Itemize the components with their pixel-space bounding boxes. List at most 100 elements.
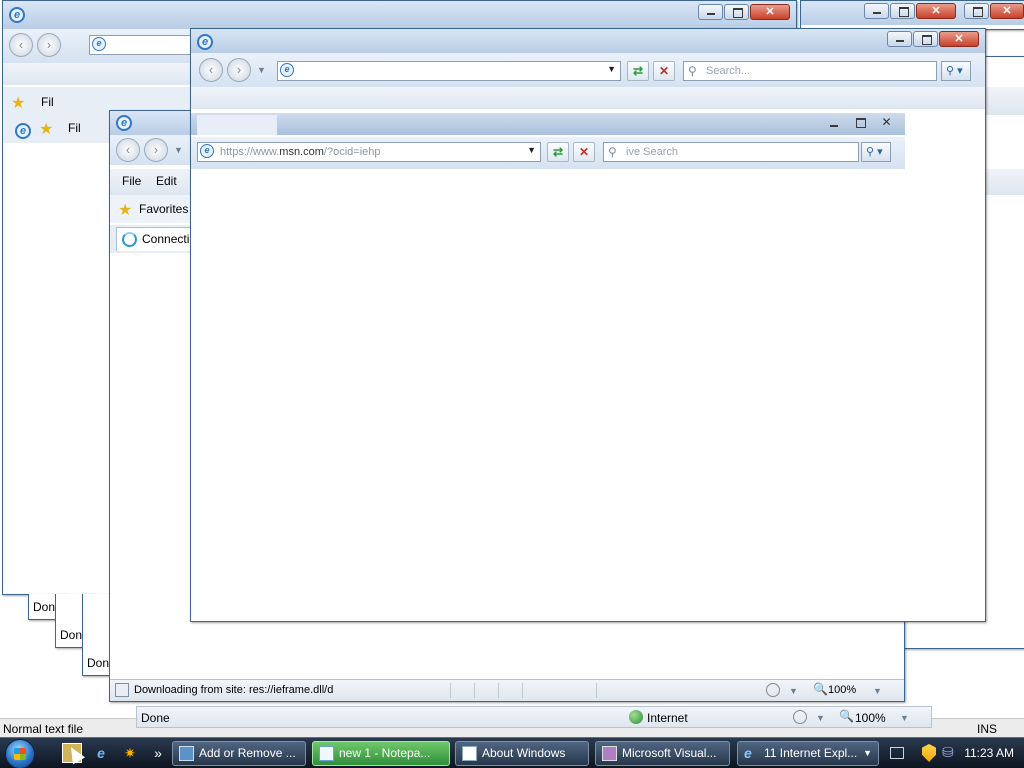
status-done-fragment: Don [33, 600, 56, 614]
close-button[interactable]: ✕ [750, 4, 790, 20]
loading-spinner-icon [122, 232, 137, 247]
refresh-button[interactable]: ⇄ [547, 142, 569, 162]
maximize-button[interactable] [724, 4, 749, 20]
zoom-dropdown-icon[interactable]: ▼ [873, 686, 882, 696]
protected-mode-dropdown-icon[interactable]: ▼ [789, 686, 798, 696]
menu-file-fragment-2[interactable]: Fil [68, 121, 81, 135]
forward-button[interactable]: › [227, 58, 251, 82]
zoom-level[interactable]: 100% [828, 684, 856, 696]
task-notepad[interactable]: new 1 - Notepa... [312, 741, 450, 766]
tab-ie-icon: e [15, 123, 31, 139]
task-visual-studio[interactable]: Microsoft Visual... [595, 741, 730, 766]
status-separator [450, 683, 451, 698]
stop-button[interactable]: ✕ [573, 142, 595, 162]
menu-file[interactable]: File [122, 174, 141, 188]
forward-button[interactable]: › [144, 138, 168, 162]
zoom-dropdown-icon[interactable]: ▼ [900, 713, 909, 723]
inner-tab[interactable] [197, 115, 277, 135]
quicklaunch-more-button[interactable]: » [148, 743, 168, 763]
window-controls: ✕ [822, 115, 899, 131]
notepad-status-left: Normal text file [3, 722, 84, 736]
notepad-icon [319, 746, 334, 761]
system-tray: ⛁ 11:23 AM [884, 738, 1024, 768]
address-bar[interactable]: e https://www.msn.com/?ocid=iehp ▼ [197, 142, 541, 162]
task-label: 11 Internet Expl... [764, 746, 858, 760]
address-dropdown-icon[interactable]: ▼ [607, 64, 616, 74]
minimize-button[interactable] [822, 115, 847, 131]
menu-file-fragment[interactable]: Fil [41, 95, 54, 109]
forward-button[interactable]: › [37, 33, 61, 57]
maximize-button[interactable] [913, 31, 938, 47]
minimize-button[interactable] [698, 4, 723, 20]
task-add-remove[interactable]: Add or Remove ... [172, 741, 306, 766]
minimize-button[interactable] [864, 3, 889, 19]
inner-title-bar[interactable]: ✕ [191, 113, 905, 135]
zoom-icon[interactable]: 🔍 [813, 682, 828, 696]
protected-mode-dropdown-icon[interactable]: ▼ [816, 713, 825, 723]
favorites-star-icon[interactable]: ★ [11, 93, 25, 113]
title-bar[interactable] [191, 29, 985, 53]
recent-pages-dropdown-icon[interactable]: ▼ [257, 65, 266, 75]
search-go-button[interactable]: ⚲ ▾ [861, 142, 891, 162]
stop-button[interactable]: ✕ [653, 61, 675, 81]
close-button[interactable]: ✕ [874, 115, 899, 131]
visual-studio-icon [602, 746, 617, 761]
status-separator [474, 683, 475, 698]
start-button[interactable] [5, 739, 35, 768]
task-label: Microsoft Visual... [622, 746, 717, 760]
close-button[interactable]: ✕ [990, 3, 1024, 19]
task-internet-explorer-group[interactable]: e 11 Internet Expl... ▼ [737, 741, 879, 766]
keyboard-icon[interactable] [890, 747, 904, 759]
window-controls: ✕ [864, 3, 956, 19]
address-bar[interactable]: e ▼ [277, 61, 621, 81]
close-button[interactable]: ✕ [916, 3, 956, 19]
maximize-button[interactable] [890, 3, 915, 19]
internet-explorer-quicklaunch-icon[interactable]: e [91, 743, 111, 763]
refresh-button[interactable]: ⇄ [627, 61, 649, 81]
address-dropdown-icon[interactable]: ▼ [527, 145, 536, 155]
media-player-quicklaunch-icon[interactable]: ✷ [120, 743, 140, 763]
search-go-button[interactable]: ⚲ ▾ [941, 61, 971, 81]
favorites-star-icon-2[interactable]: ★ [39, 119, 53, 139]
status-done-fragment: Don [60, 628, 83, 642]
status-text: Downloading from site: res://ieframe.dll… [134, 684, 334, 696]
protected-mode-icon[interactable] [793, 710, 807, 724]
window-controls: ✕ [887, 31, 979, 47]
search-icon: ⚲ [608, 145, 617, 159]
menu-edit[interactable]: Edit [156, 174, 177, 188]
status-separator [596, 683, 597, 698]
control-panel-icon [179, 746, 194, 761]
status-separator [522, 683, 523, 698]
zoom-level[interactable]: 100% [855, 711, 886, 725]
window-controls: ✕ [698, 4, 790, 20]
close-button[interactable]: ✕ [939, 31, 979, 47]
search-box[interactable]: ⚲ Search... [683, 61, 937, 81]
security-shield-icon[interactable] [922, 744, 936, 762]
network-icon[interactable]: ⛁ [942, 744, 954, 761]
task-label: Add or Remove ... [199, 746, 296, 760]
maximize-button[interactable] [848, 115, 873, 131]
maximize-button[interactable] [964, 3, 989, 19]
status-bar: Downloading from site: res://ieframe.dll… [110, 679, 904, 701]
recent-pages-dropdown-icon[interactable]: ▼ [174, 145, 183, 155]
taskbar: e ✷ » Add or Remove ... new 1 - Notepa..… [0, 737, 1024, 768]
search-box[interactable]: ⚲ ive Search [603, 142, 859, 162]
title-bar[interactable] [3, 1, 796, 29]
back-button[interactable]: ‹ [199, 58, 223, 82]
zoom-icon[interactable]: 🔍 [839, 709, 854, 723]
favorites-button-label[interactable]: Favorites [139, 202, 188, 216]
protected-mode-icon[interactable] [766, 683, 780, 697]
close-icon: ✕ [931, 5, 941, 17]
favorites-star-icon[interactable]: ★ [118, 200, 132, 220]
ie-icon: e [744, 745, 752, 761]
page-icon: e [200, 144, 214, 158]
back-button[interactable]: ‹ [116, 138, 140, 162]
command-bar [191, 87, 985, 109]
task-about-windows[interactable]: About Windows [455, 741, 589, 766]
tab-connecting[interactable]: Connecti [116, 227, 196, 251]
minimize-button[interactable] [887, 31, 912, 47]
clock[interactable]: 11:23 AM [964, 746, 1014, 760]
group-dropdown-icon[interactable]: ▼ [863, 742, 872, 765]
page-icon: e [280, 63, 294, 77]
back-button[interactable]: ‹ [9, 33, 33, 57]
